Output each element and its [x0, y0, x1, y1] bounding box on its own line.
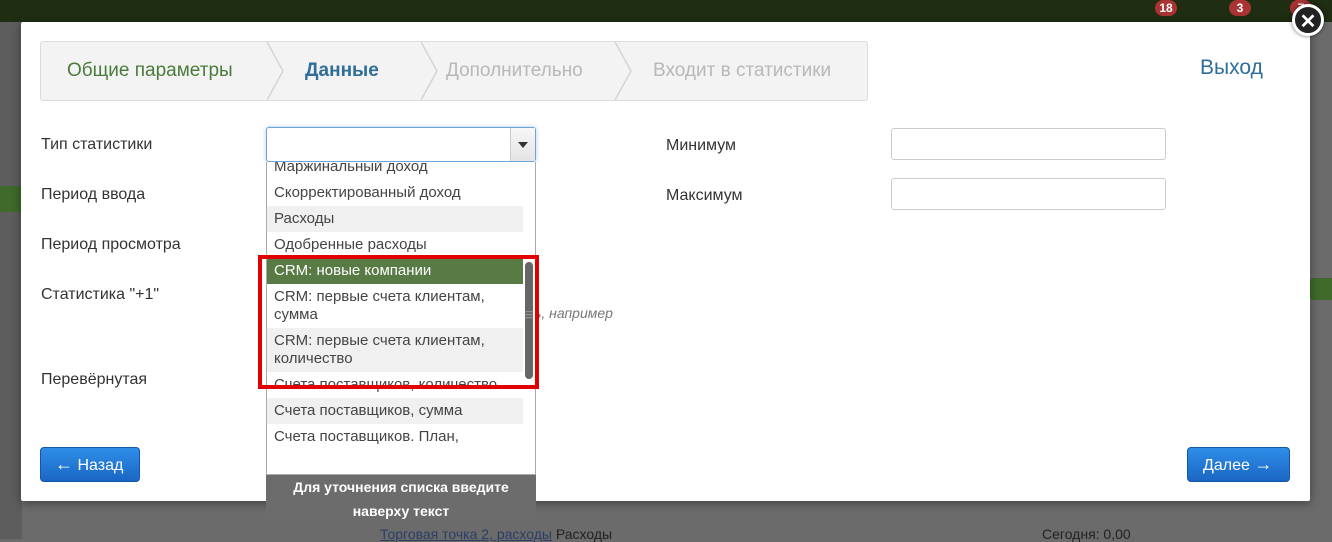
background-table-row: Торговая точка 2, расходы Расходы [380, 526, 612, 542]
minimum-label: Минимум [666, 137, 737, 154]
background-button [0, 186, 22, 212]
step-additional[interactable]: Дополнительно [446, 42, 583, 100]
step-general[interactable]: Общие параметры [67, 42, 233, 100]
statistic-wizard-modal: Общие параметры Данные Дополнительно Вхо… [21, 22, 1310, 523]
select-toggle[interactable] [510, 128, 535, 161]
dropdown-option[interactable]: CRM: первые счета клиентам, количество [267, 328, 523, 372]
next-button[interactable]: Далее → [1187, 447, 1290, 482]
arrow-right-icon: → [1254, 454, 1273, 474]
back-button-label: Назад [77, 457, 124, 474]
dropdown-scrollbar[interactable]: — — — [525, 262, 534, 379]
minimum-input[interactable] [891, 128, 1166, 160]
dropdown-option[interactable]: Маржинальный доход [267, 162, 523, 180]
dropdown-footer-hint: Для уточнения списка введите наверху тек… [266, 475, 536, 523]
background-sidebar [0, 22, 22, 539]
exit-link[interactable]: Выход [1200, 56, 1263, 80]
dropdown-option[interactable]: Счета поставщиков, сумма [267, 398, 523, 424]
arrow-left-icon: ← [55, 454, 73, 474]
dropdown-option[interactable]: Скорректированный доход [267, 180, 523, 206]
next-button-label: Далее [1203, 457, 1250, 474]
view-period-label: Период просмотра [41, 236, 181, 253]
input-period-label: Период ввода [41, 186, 146, 203]
maximum-input[interactable] [891, 178, 1166, 210]
background-toolbar [0, 0, 1332, 22]
close-icon[interactable]: ✕ [1292, 4, 1324, 36]
notification-badge: 18 [1155, 0, 1177, 16]
dropdown-options: Маржинальный доход Скорректированный дох… [267, 162, 523, 450]
background-row-type: Расходы [555, 526, 613, 542]
step-data[interactable]: Данные [305, 42, 379, 100]
wizard-steps: Общие параметры Данные Дополнительно Вхо… [40, 41, 868, 101]
background-row-link: Торговая точка 2, расходы [380, 526, 552, 542]
stat-type-dropdown: Маржинальный доход Скорректированный дох… [266, 162, 536, 475]
dropdown-option[interactable]: Счета поставщиков. План, [267, 424, 523, 450]
stat-type-label: Тип статистики [41, 136, 153, 153]
step-separator-icon [421, 42, 438, 100]
dropdown-option[interactable]: Одобренные расходы [267, 232, 523, 258]
plus-one-hint: ь, например [534, 305, 613, 321]
maximum-label: Максимум [666, 187, 743, 204]
scroll-grip-icon: — — — [525, 306, 534, 322]
dropdown-option[interactable]: Расходы [267, 206, 523, 232]
step-separator-icon [267, 42, 284, 100]
step-included-in-stats[interactable]: Входит в статистики [653, 42, 831, 100]
back-button[interactable]: ← Назад [40, 447, 140, 482]
plus-one-label: Статистика "+1" [41, 286, 160, 303]
dropdown-option-selected[interactable]: CRM: новые компании [267, 258, 523, 284]
background-button [1310, 278, 1332, 300]
background-row-value: Сегодня: 0,00 [1042, 526, 1131, 542]
chevron-down-icon [518, 142, 528, 148]
step-separator-icon [615, 42, 632, 100]
dropdown-option[interactable]: Счета поставщиков, количество [267, 372, 523, 398]
dropdown-option[interactable]: CRM: первые счета клиентам, сумма [267, 284, 523, 328]
inverted-label: Перевёрнутая [41, 371, 148, 388]
notification-badge: 3 [1229, 0, 1251, 16]
stat-type-select[interactable] [266, 127, 536, 162]
